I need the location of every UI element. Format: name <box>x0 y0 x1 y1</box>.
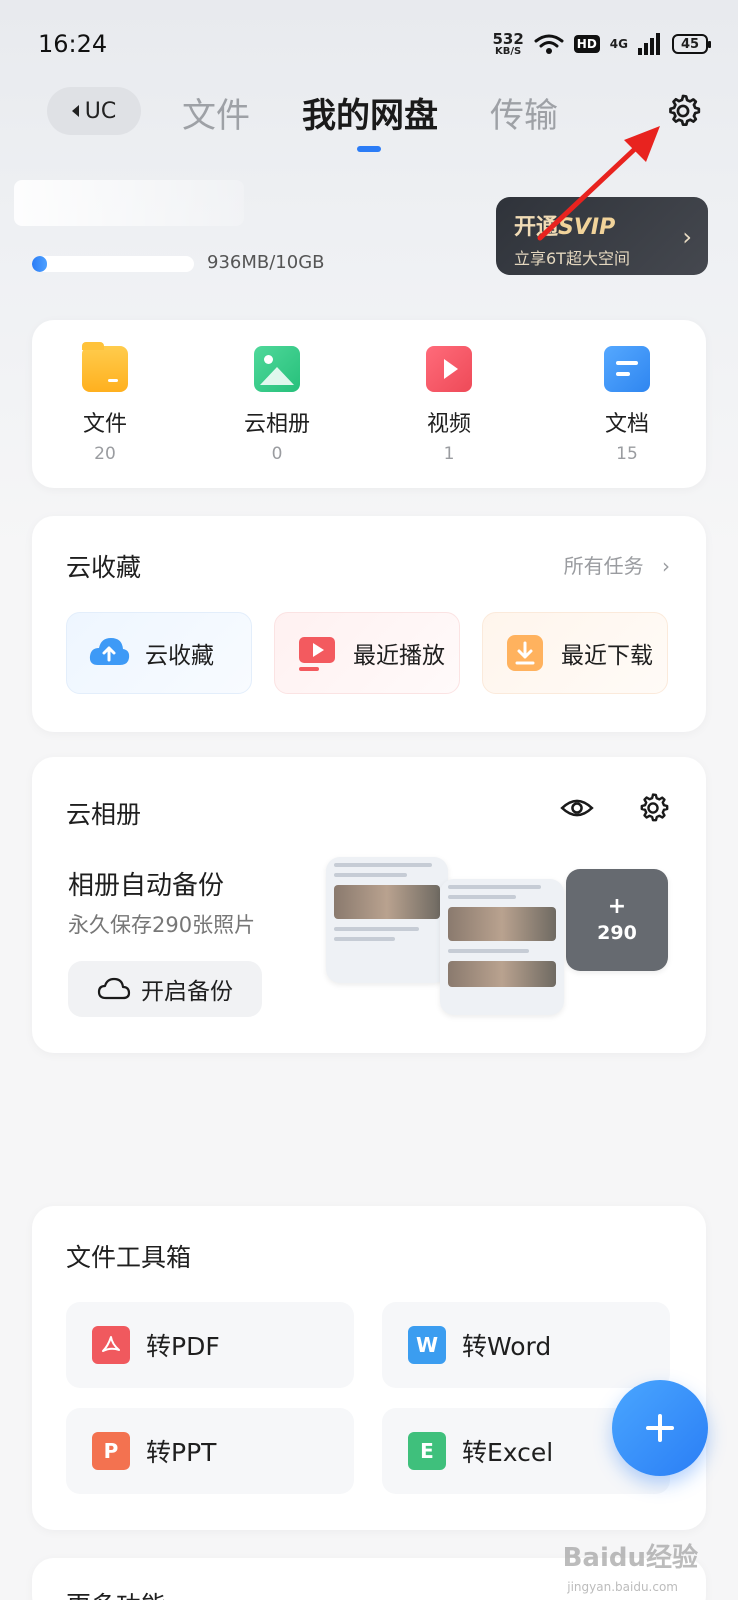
network-speed-unit: KB/S <box>495 45 522 57</box>
user-name-blurred <box>14 180 244 226</box>
watermark-logo: Baidu经验 <box>562 1543 698 1573</box>
watermark-url: jingyan.baidu.com <box>567 1580 678 1594</box>
tool-label: 转PPT <box>146 1438 217 1467</box>
album-preview-thumbnail <box>440 879 564 1015</box>
wifi-icon <box>534 34 564 54</box>
storage-usage-text: 936MB/10GB <box>207 252 325 273</box>
chip-cloud-collect[interactable]: 云收藏 <box>66 612 252 694</box>
cloud-collect-title: 云收藏 <box>66 553 142 582</box>
tool-to-pdf[interactable]: 转PDF <box>66 1302 354 1388</box>
tab-transfer[interactable]: 传输 <box>490 88 558 137</box>
category-files[interactable]: 文件 20 <box>50 342 160 464</box>
document-icon <box>604 346 650 392</box>
svip-brand: SVIP <box>558 215 616 240</box>
backup-subtitle: 永久保存290张照片 <box>68 913 256 937</box>
network-speed-value: 532 <box>492 29 524 48</box>
back-label: UC <box>84 98 117 124</box>
more-photos-plus: + <box>607 894 627 919</box>
album-preview-thumbnail <box>326 857 448 983</box>
hd-badge: HD <box>573 35 600 53</box>
chip-recent-download[interactable]: 最近下载 <box>482 612 668 694</box>
category-label: 云相册 <box>243 412 310 437</box>
svip-subtitle: 立享6T超大空间 <box>514 249 630 268</box>
category-card: 文件 20 云相册 0 视频 1 文档 15 <box>32 320 706 488</box>
download-icon <box>507 635 543 671</box>
tool-to-word[interactable]: W 转Word <box>382 1302 670 1388</box>
add-button[interactable] <box>612 1380 708 1476</box>
file-toolbox-title: 文件工具箱 <box>66 1243 192 1272</box>
tool-label: 转Word <box>462 1332 552 1361</box>
video-icon <box>426 346 472 392</box>
tool-label: 转Excel <box>462 1438 554 1467</box>
category-documents[interactable]: 文档 15 <box>572 346 682 464</box>
network-speed: 532 KB/S <box>492 29 524 57</box>
backup-title: 相册自动备份 <box>68 871 225 901</box>
back-to-uc-button[interactable]: UC <box>47 87 141 135</box>
network-type: 4G <box>609 37 628 51</box>
chip-label: 最近下载 <box>561 643 653 669</box>
settings-gear-icon[interactable] <box>664 92 702 130</box>
eye-icon[interactable] <box>560 791 594 825</box>
folder-icon <box>82 342 128 392</box>
tool-label: 转PDF <box>146 1332 220 1361</box>
pdf-symbol-icon <box>102 1336 120 1352</box>
start-backup-label: 开启备份 <box>141 979 233 1005</box>
play-icon <box>299 637 335 671</box>
chip-recent-play[interactable]: 最近播放 <box>274 612 460 694</box>
tab-my-netdisk[interactable]: 我的网盘 <box>302 88 438 137</box>
album-actions <box>560 791 670 825</box>
category-video[interactable]: 视频 1 <box>394 346 504 464</box>
album-settings-gear-icon[interactable] <box>636 791 670 825</box>
tab-files[interactable]: 文件 <box>182 88 250 137</box>
cloud-upload-icon <box>89 638 130 665</box>
storage-progress-bar <box>32 256 194 272</box>
back-arrow-icon <box>71 105 79 117</box>
chip-label: 最近播放 <box>353 643 445 669</box>
category-label: 文件 <box>82 412 127 437</box>
cloud-album-card: 云相册 相册自动备份 永久保存290张照片 开启备份 + 290 <box>32 757 706 1053</box>
svip-upgrade-banner[interactable]: 开通SVIP 立享6T超大空间 › <box>496 197 708 275</box>
cloud-icon <box>97 977 131 1000</box>
category-count: 15 <box>616 444 638 464</box>
pdf-icon <box>86 1320 130 1364</box>
category-count: 0 <box>271 444 283 464</box>
more-photos-count: 290 <box>597 922 637 944</box>
all-tasks-link[interactable]: 所有任务 › <box>564 550 670 579</box>
chevron-right-icon: › <box>662 554 670 578</box>
start-backup-button[interactable]: 开启备份 <box>68 961 262 1017</box>
battery-icon: 45 <box>672 34 711 54</box>
cloud-album-title: 云相册 <box>66 800 142 829</box>
album-icon <box>254 346 300 392</box>
chip-label: 云收藏 <box>145 643 214 669</box>
status-icons: 532 KB/S HD 4G 45 <box>492 29 711 58</box>
word-icon: W <box>402 1320 446 1364</box>
category-count: 1 <box>443 444 455 464</box>
active-tab-indicator <box>357 146 381 152</box>
plus-icon <box>646 1414 674 1442</box>
signal-icon <box>638 33 660 55</box>
category-label: 视频 <box>426 412 471 437</box>
tool-to-ppt[interactable]: P 转PPT <box>66 1408 354 1494</box>
ppt-icon: P <box>86 1426 130 1470</box>
svip-title: 开通SVIP <box>514 209 690 241</box>
category-label: 文档 <box>604 412 649 437</box>
cloud-collect-card: 云收藏 所有任务 › 云收藏 最近播放 最近下载 <box>32 516 706 732</box>
more-functions-title: 更多功能 <box>66 1586 166 1600</box>
album-more-photos-thumbnail: + 290 <box>566 869 668 971</box>
file-toolbox-card: 文件工具箱 转PDF W 转Word P 转PPT E 转Excel <box>32 1206 706 1530</box>
excel-icon: E <box>402 1426 446 1470</box>
chevron-right-icon: › <box>682 223 692 251</box>
storage-progress-fill <box>32 256 47 272</box>
svip-prefix: 开通 <box>514 215 559 240</box>
all-tasks-label: 所有任务 <box>563 554 644 578</box>
category-count: 20 <box>94 444 116 464</box>
category-album[interactable]: 云相册 0 <box>222 346 332 464</box>
status-time: 16:24 <box>38 30 108 58</box>
